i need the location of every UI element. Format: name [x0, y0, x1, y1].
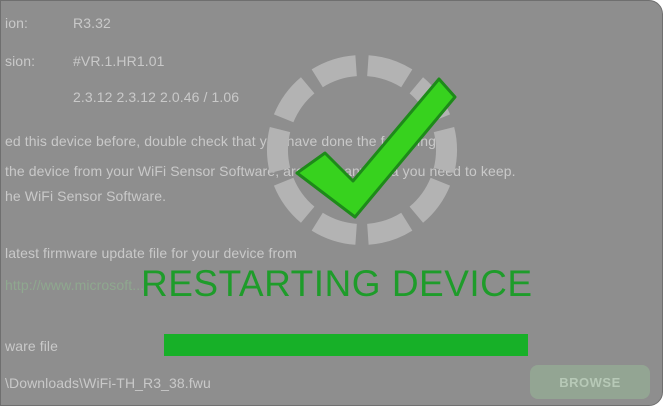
- version-label: ion:: [5, 15, 28, 31]
- firmware-file-path: \Downloads\WiFi-TH_R3_38.fwu: [5, 375, 211, 391]
- revision-value: #VR.1.HR1.01: [73, 53, 165, 69]
- revision-label: sion:: [5, 53, 36, 69]
- ring-segment: [409, 177, 451, 223]
- loading-ring: [267, 55, 458, 245]
- restart-progress-bar: [164, 334, 528, 356]
- instruction-line-3: he WiFi Sensor Software.: [5, 188, 167, 204]
- ring-segment: [311, 55, 357, 88]
- version-value: R3.32: [73, 15, 111, 31]
- firmware-file-label: ware file: [5, 338, 59, 354]
- download-instruction: latest firmware update file for your dev…: [5, 245, 297, 261]
- browse-button[interactable]: BROWSE: [530, 365, 650, 399]
- ring-segment: [311, 212, 357, 245]
- ring-segment: [267, 127, 291, 173]
- ring-segment: [433, 127, 458, 173]
- restart-progress-fill: [164, 334, 528, 356]
- firmware-update-dialog: ion: R3.32 sion: #VR.1.HR1.01 2.3.12 2.3…: [0, 0, 663, 406]
- ring-segment: [273, 177, 315, 223]
- restarting-device-title: RESTARTING DEVICE: [141, 263, 533, 304]
- download-link[interactable]: http://www.microsoft...: [5, 277, 144, 293]
- ring-segment: [273, 77, 315, 123]
- software-versions: 2.3.12 2.3.12 2.0.46 / 1.06: [73, 89, 240, 105]
- ring-segment: [367, 212, 413, 245]
- ring-segment: [367, 55, 413, 88]
- check-ring-icon: [267, 55, 458, 245]
